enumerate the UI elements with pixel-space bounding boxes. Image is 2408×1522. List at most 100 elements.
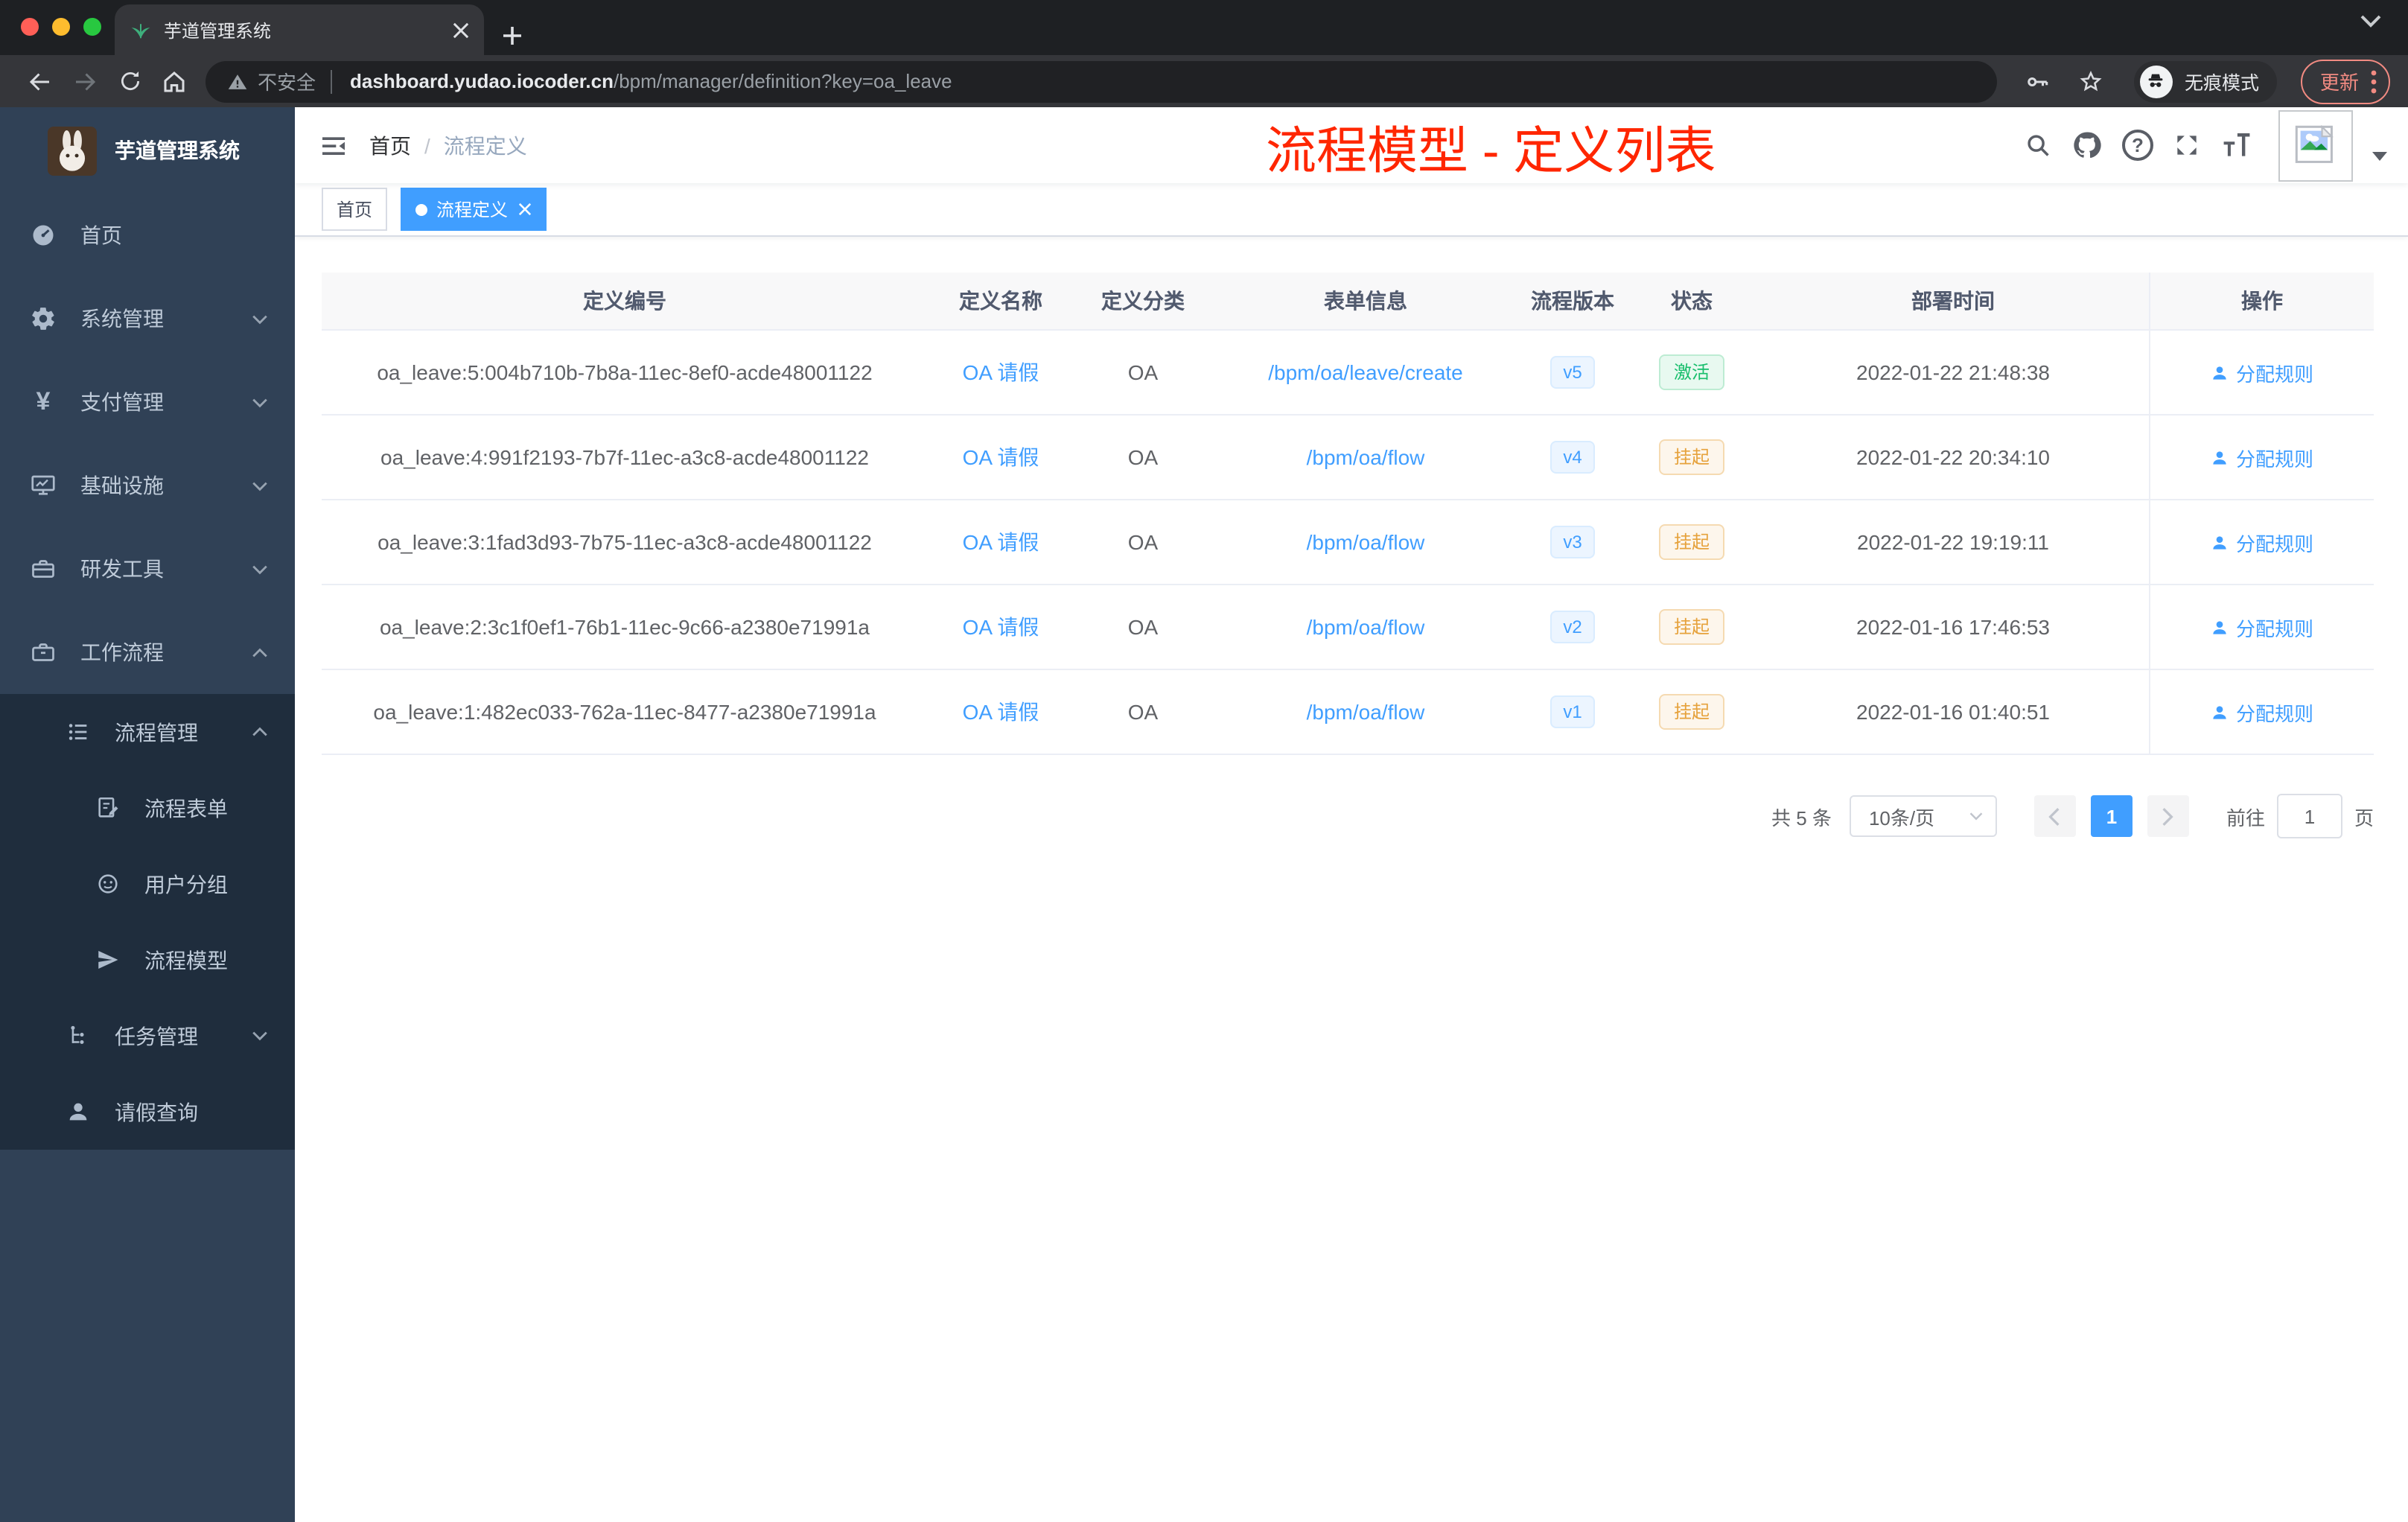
update-button[interactable]: 更新 [2300, 59, 2390, 104]
sidebar-item-leave-query[interactable]: 请假查询 [0, 1074, 295, 1150]
url-divider [331, 69, 333, 93]
jumper-input[interactable] [2276, 794, 2342, 838]
browser-toolbar: 不安全 dashboard.yudao.iocoder.cn/bpm/manag… [0, 55, 2408, 107]
fullscreen-icon[interactable] [2173, 131, 2201, 159]
tab-close-icon[interactable] [453, 22, 469, 38]
prev-page-button[interactable] [2033, 795, 2076, 837]
help-icon[interactable]: ? [2122, 130, 2153, 161]
status-tag: 挂起 [1658, 439, 1724, 475]
search-icon[interactable] [2024, 131, 2052, 159]
gear-icon [30, 305, 57, 332]
table-row: oa_leave:5:004b710b-7b8a-11ec-8ef0-acde4… [322, 331, 2374, 415]
assign-rule-label: 分配规则 [2235, 448, 2313, 470]
security-label[interactable]: 不安全 [258, 67, 316, 95]
avatar-caret-icon[interactable] [2372, 151, 2387, 160]
github-icon[interactable] [2071, 130, 2103, 161]
annotation-title: 流程模型 - 定义列表 [1266, 124, 1716, 180]
sidebar-logo[interactable]: 芋道管理系统 [0, 107, 295, 194]
form-icon [95, 795, 121, 821]
sidebar-item-process-form[interactable]: 流程表单 [0, 770, 295, 846]
browser-tab[interactable]: 芋道管理系统 [115, 4, 484, 55]
breadcrumb-home[interactable]: 首页 [369, 130, 411, 160]
assign-rule-link[interactable]: 分配规则 [2211, 698, 2313, 726]
sidebar-item-process-model[interactable]: 流程模型 [0, 922, 295, 998]
definition-name-link[interactable]: OA 请假 [963, 612, 1039, 642]
forward-icon[interactable] [63, 60, 107, 102]
browser-menu-icon[interactable] [2371, 69, 2377, 93]
user-avatar[interactable] [2278, 109, 2353, 181]
tag-close-icon[interactable] [518, 203, 532, 216]
form-info-link[interactable]: /bpm/oa/flow [1307, 530, 1425, 554]
tag-home[interactable]: 首页 [322, 188, 388, 231]
definition-category: OA [1127, 700, 1159, 724]
key-icon[interactable] [2015, 60, 2060, 102]
security-warning-icon[interactable] [226, 71, 249, 92]
incognito-label: 无痕模式 [2184, 73, 2259, 94]
definition-category: OA [1127, 530, 1159, 554]
sidebar-item-workflow[interactable]: 工作流程 [0, 611, 295, 694]
tags-view-bar: 首页 流程定义 [295, 183, 2408, 237]
form-info-link[interactable]: /bpm/oa/flow [1307, 445, 1425, 469]
reload-icon[interactable] [107, 60, 152, 102]
page-size-select[interactable]: 10条/页 [1849, 795, 1997, 837]
user-icon [2211, 363, 2230, 382]
assign-rule-link[interactable]: 分配规则 [2211, 358, 2313, 386]
column-header: 定义分类 [1101, 289, 1185, 313]
chevron-up-icon [252, 727, 268, 737]
definition-table: 定义编号 定义名称 定义分类 表单信息 流程版本 状态 部署时间 操作 oa_l… [322, 273, 2374, 755]
assign-rule-link[interactable]: 分配规则 [2211, 443, 2313, 471]
sidebar-item-task-management[interactable]: 任务管理 [0, 998, 295, 1074]
assign-rule-label: 分配规则 [2235, 363, 2313, 385]
current-page-button[interactable]: 1 [2090, 795, 2133, 837]
sidebar-item-user-group[interactable]: 用户分组 [0, 846, 295, 922]
column-header: 状态 [1671, 289, 1713, 313]
sidebar-item-process-management[interactable]: 流程管理 [0, 694, 295, 770]
assign-rule-label: 分配规则 [2235, 702, 2313, 725]
navbar-actions: ? [2024, 109, 2408, 181]
incognito-badge[interactable]: 无痕模式 [2133, 60, 2277, 102]
breadcrumb: 首页 / 流程定义 [369, 130, 527, 160]
tab-title: 芋道管理系统 [164, 20, 272, 41]
sidebar-item-label: 流程管理 [115, 720, 198, 744]
version-tag: v5 [1549, 356, 1596, 389]
hamburger-icon[interactable] [295, 130, 369, 160]
font-size-icon[interactable] [2220, 131, 2253, 159]
assign-rule-link[interactable]: 分配规则 [2211, 613, 2313, 641]
window-zoom-button[interactable] [83, 18, 101, 36]
definition-name-link[interactable]: OA 请假 [963, 357, 1039, 387]
form-info-link[interactable]: /bpm/oa/flow [1307, 615, 1425, 639]
tag-process-definition[interactable]: 流程定义 [401, 188, 547, 231]
sidebar-item-home[interactable]: 首页 [0, 194, 295, 277]
window-close-button[interactable] [21, 18, 39, 36]
form-info-link[interactable]: /bpm/oa/flow [1307, 700, 1425, 724]
tab-search-chevron-icon[interactable] [2360, 15, 2381, 28]
back-icon[interactable] [18, 60, 63, 102]
definition-name-link[interactable]: OA 请假 [963, 527, 1039, 557]
chevron-down-icon [252, 397, 268, 407]
window-minimize-button[interactable] [52, 18, 70, 36]
next-page-button[interactable] [2147, 795, 2189, 837]
bookmark-star-icon[interactable] [2068, 60, 2113, 102]
chevron-down-icon [1969, 812, 1984, 821]
form-info-link[interactable]: /bpm/oa/leave/create [1268, 360, 1463, 384]
definition-name-link[interactable]: OA 请假 [963, 442, 1039, 472]
definition-name-link[interactable]: OA 请假 [963, 697, 1039, 727]
breadcrumb-separator: / [424, 133, 430, 157]
definition-id: oa_leave:5:004b710b-7b8a-11ec-8ef0-acde4… [377, 360, 873, 384]
yen-icon: ¥ [36, 387, 51, 415]
sidebar-item-payment[interactable]: ¥ 支付管理 [0, 360, 295, 444]
url-bar[interactable]: 不安全 dashboard.yudao.iocoder.cn/bpm/manag… [206, 60, 1997, 102]
url-text[interactable]: dashboard.yudao.iocoder.cn/bpm/manager/d… [350, 70, 952, 92]
home-icon[interactable] [152, 60, 197, 102]
sidebar-item-infra[interactable]: 基础设施 [0, 444, 295, 527]
status-tag: 激活 [1658, 354, 1724, 390]
sidebar-item-system[interactable]: 系统管理 [0, 277, 295, 360]
deploy-time: 2022-01-22 20:34:10 [1856, 445, 2050, 469]
tag-label: 首页 [337, 200, 373, 220]
new-tab-button[interactable] [502, 25, 523, 46]
assign-rule-link[interactable]: 分配规则 [2211, 528, 2313, 556]
version-tag: v2 [1549, 611, 1596, 643]
monitor-icon [30, 472, 57, 499]
sidebar-item-devtools[interactable]: 研发工具 [0, 527, 295, 611]
tag-label: 流程定义 [436, 200, 509, 220]
